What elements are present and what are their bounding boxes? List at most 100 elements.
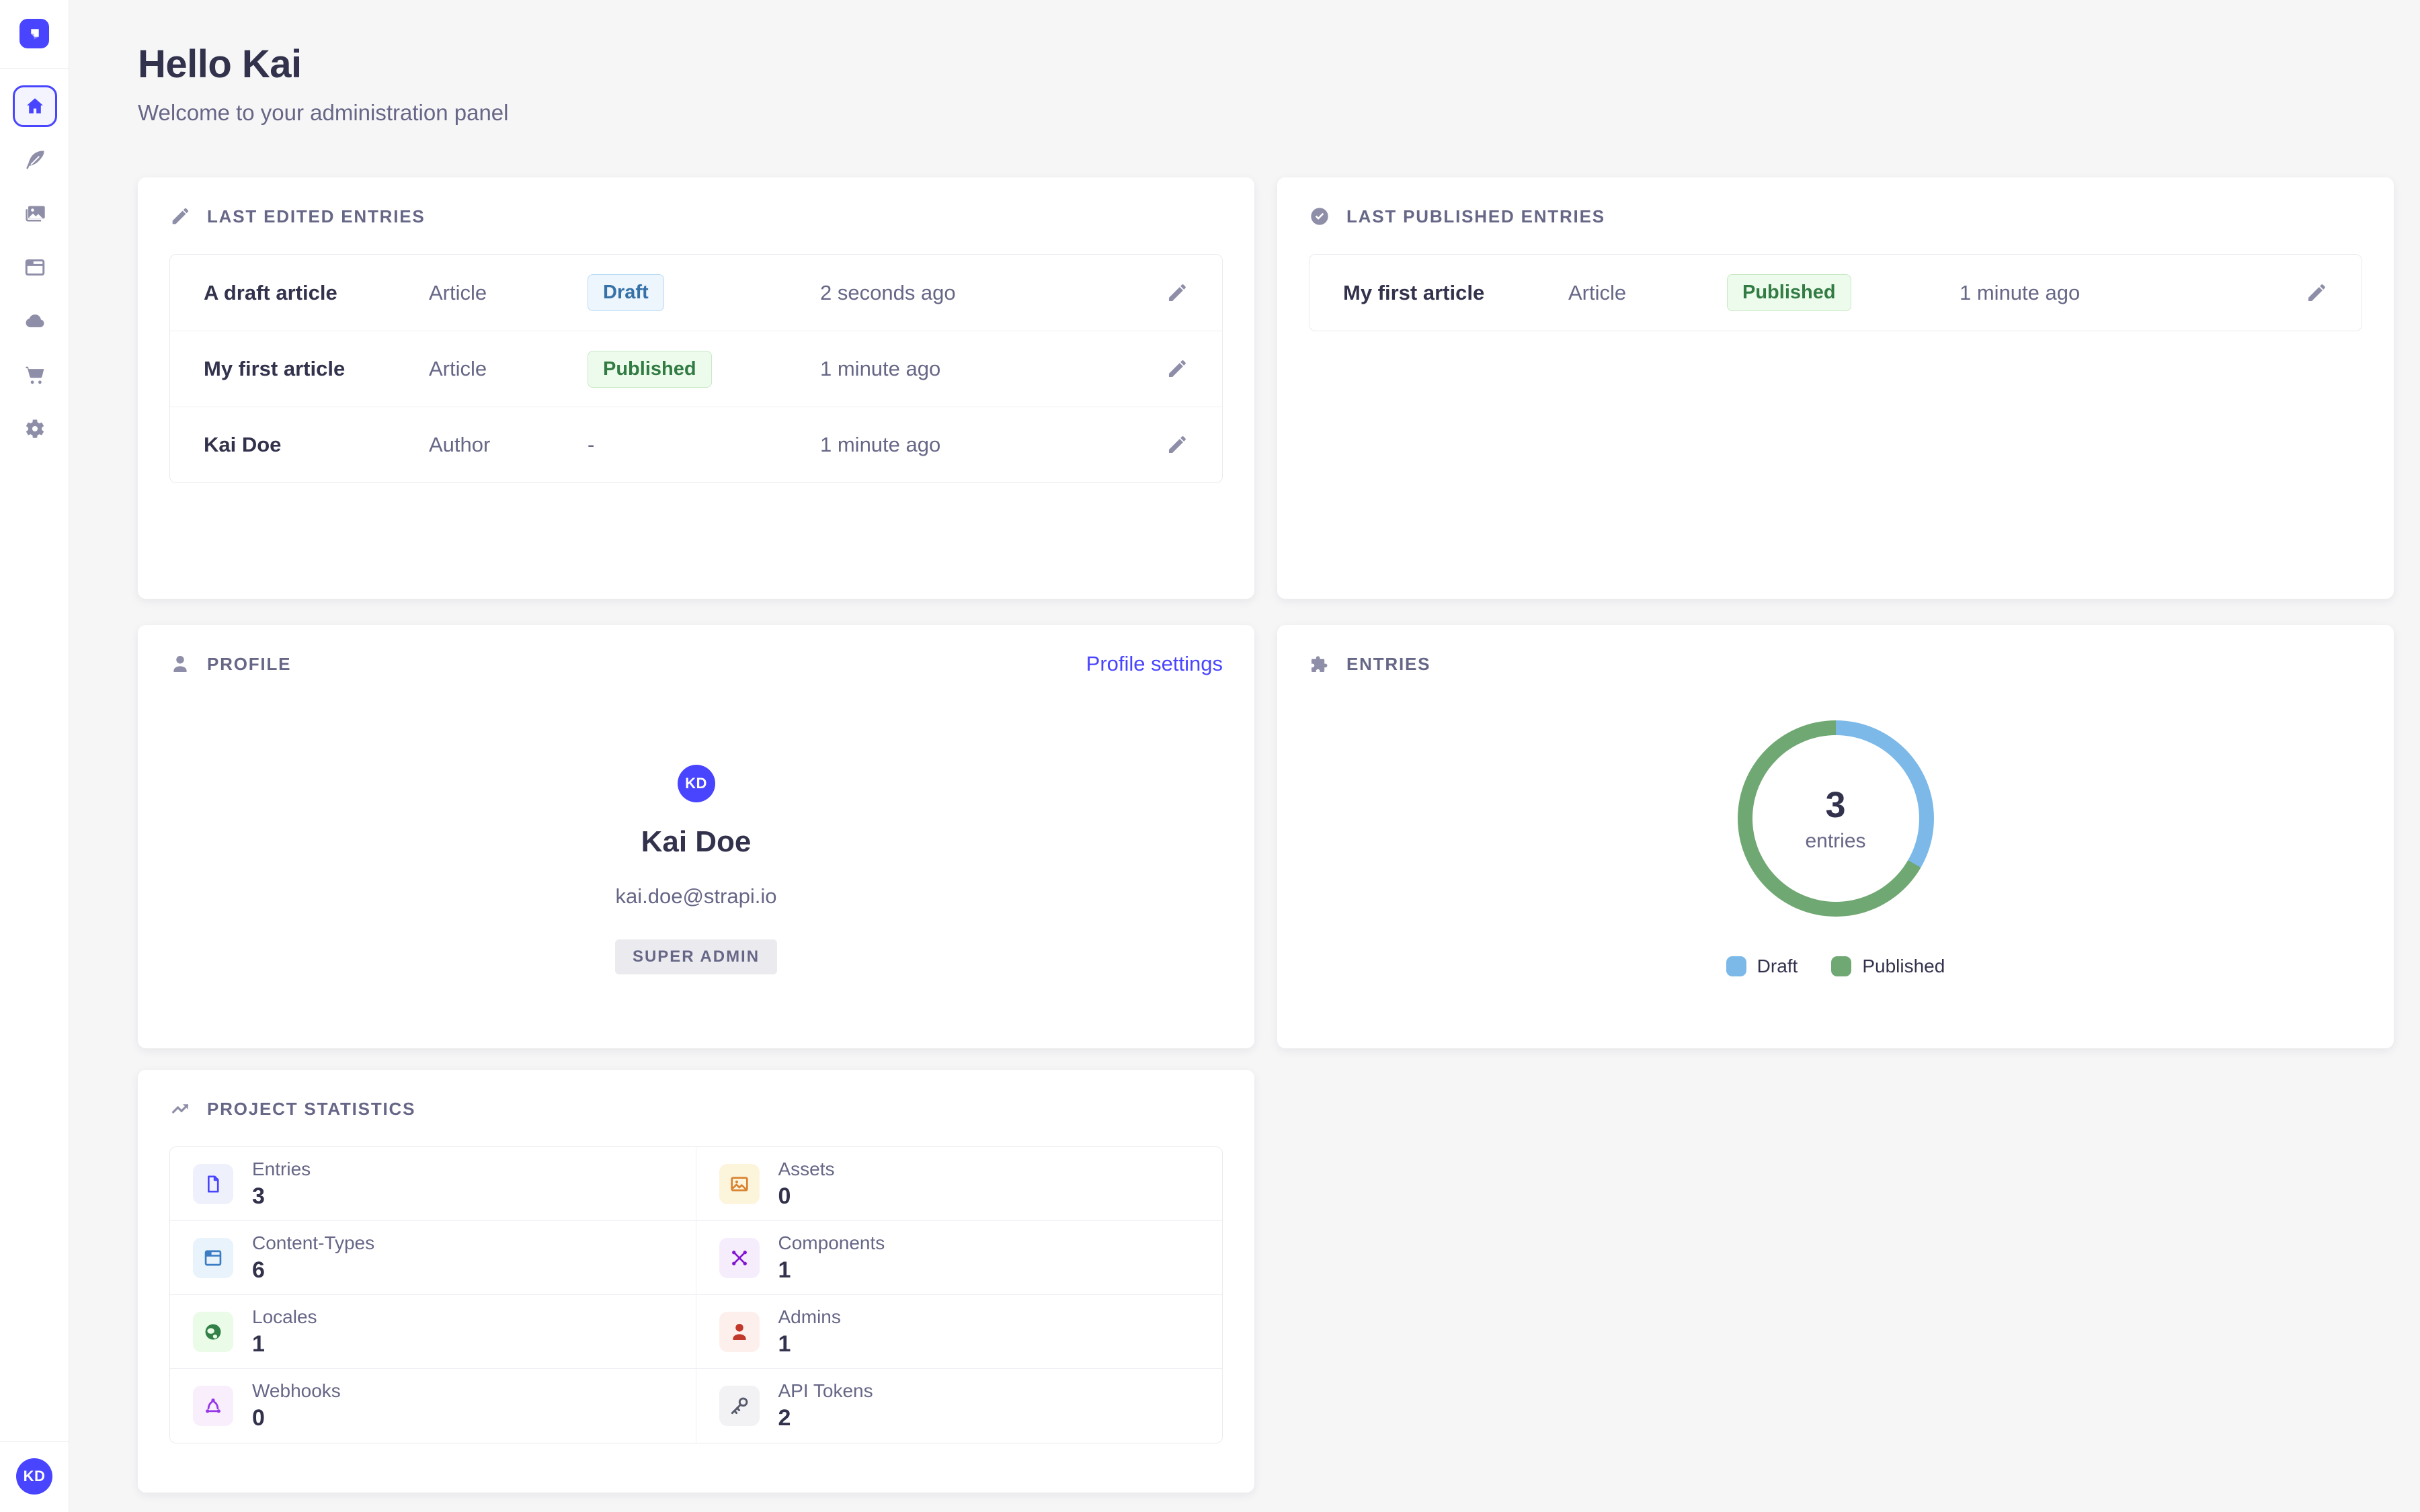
entries-count: 3 <box>1825 784 1845 826</box>
sidebar-item-settings[interactable] <box>0 402 69 456</box>
status-badge: Draft <box>588 274 664 311</box>
user-avatar[interactable]: KD <box>16 1458 52 1495</box>
table-row: A draft article Article Draft 2 seconds … <box>170 255 1222 331</box>
donut-ring: 3 entries <box>1738 720 1934 917</box>
card-title: PROJECT STATISTICS <box>207 1099 415 1120</box>
status-badge: Published <box>1727 274 1851 311</box>
images-icon <box>23 202 47 226</box>
page-header: Hello Kai Welcome to your administration… <box>138 42 509 126</box>
sidebar-item-media-library[interactable] <box>0 187 69 241</box>
entries-chart-card: ENTRIES 3 entries Draft Published <box>1277 625 2394 1048</box>
sidebar-divider-bottom <box>0 1441 69 1442</box>
page-subtitle: Welcome to your administration panel <box>138 100 509 126</box>
card-header: PROFILE Profile settings <box>169 649 1223 679</box>
profile-card: PROFILE Profile settings KD Kai Doe kai.… <box>138 625 1254 1048</box>
entries-table: A draft article Article Draft 2 seconds … <box>169 254 1223 483</box>
stat-label: Entries <box>252 1159 311 1180</box>
sidebar: KD <box>0 0 69 1512</box>
stat-label: API Tokens <box>778 1380 873 1402</box>
edit-entry-button[interactable] <box>1166 358 1188 380</box>
edit-entry-button[interactable] <box>2305 282 2328 304</box>
stat-label: Content-Types <box>252 1232 374 1254</box>
strapi-logo[interactable] <box>19 19 49 48</box>
cart-icon <box>23 363 47 387</box>
stat-value: 1 <box>778 1257 885 1284</box>
entry-time: 1 minute ago <box>1960 281 2241 305</box>
entry-time: 1 minute ago <box>820 433 1101 457</box>
webhook-icon <box>193 1386 233 1426</box>
key-icon <box>719 1386 760 1426</box>
entry-name: A draft article <box>204 281 429 305</box>
sidebar-nav <box>0 69 69 456</box>
profile-email: kai.doe@strapi.io <box>616 884 777 909</box>
entry-status: Draft <box>588 274 820 311</box>
stat-value: 1 <box>778 1331 841 1357</box>
stat-value: 2 <box>778 1405 873 1431</box>
edit-entry-button[interactable] <box>1166 433 1188 456</box>
sidebar-item-content-type-builder[interactable] <box>0 241 69 294</box>
card-title: ENTRIES <box>1346 654 1430 675</box>
entries-donut-chart: 3 entries Draft Published <box>1309 679 2362 977</box>
status-badge: Published <box>588 351 712 388</box>
trend-icon <box>169 1098 191 1120</box>
person-icon <box>169 653 191 675</box>
profile-settings-link[interactable]: Profile settings <box>1086 652 1223 676</box>
sidebar-item-marketplace[interactable] <box>0 348 69 402</box>
sidebar-bottom: KD <box>0 1441 69 1512</box>
stat-value: 3 <box>252 1183 311 1210</box>
pencil-icon <box>1166 282 1188 304</box>
entry-name: My first article <box>1343 281 1568 305</box>
profile-name: Kai Doe <box>641 825 752 859</box>
layout-icon <box>23 255 47 280</box>
puzzle-icon <box>1309 653 1330 675</box>
entries-count-label: entries <box>1805 830 1865 853</box>
pencil-icon <box>1166 433 1188 456</box>
legend-item-draft: Draft <box>1726 956 1798 977</box>
sidebar-item-content-manager[interactable] <box>0 133 69 187</box>
legend-label: Draft <box>1757 956 1798 977</box>
published-swatch <box>1831 956 1851 976</box>
home-icon <box>13 85 57 127</box>
entry-status: Published <box>588 351 820 388</box>
pencil-icon <box>2305 282 2328 304</box>
table-row: Kai Doe Author - 1 minute ago <box>170 407 1222 482</box>
draft-swatch <box>1726 956 1746 976</box>
legend-item-published: Published <box>1831 956 1945 977</box>
card-header: ENTRIES <box>1309 649 2362 679</box>
gear-icon <box>23 417 47 441</box>
stat-value: 0 <box>252 1405 341 1431</box>
entry-type: Article <box>429 281 588 305</box>
entry-name: My first article <box>204 357 429 381</box>
stat-label: Components <box>778 1232 885 1254</box>
stat-label: Locales <box>252 1306 317 1328</box>
card-title: LAST PUBLISHED ENTRIES <box>1346 206 1605 227</box>
entry-type: Author <box>429 433 588 457</box>
avatar: KD <box>678 765 715 802</box>
cloud-icon <box>23 309 47 333</box>
strapi-logo-icon <box>26 25 43 42</box>
stat-assets: Assets 0 <box>696 1147 1223 1221</box>
stat-label: Admins <box>778 1306 841 1328</box>
feather-icon <box>23 148 47 172</box>
sidebar-item-home[interactable] <box>0 79 69 133</box>
project-statistics-card: PROJECT STATISTICS Entries 3 Assets 0 <box>138 1070 1254 1493</box>
sidebar-item-deploy[interactable] <box>0 294 69 348</box>
entry-name: Kai Doe <box>204 433 429 457</box>
card-header: LAST EDITED ENTRIES <box>169 202 1223 231</box>
edit-entry-button[interactable] <box>1166 282 1188 304</box>
stat-admins: Admins 1 <box>696 1295 1223 1369</box>
stat-locales: Locales 1 <box>170 1295 696 1369</box>
stat-value: 0 <box>778 1183 835 1210</box>
component-icon <box>719 1238 760 1278</box>
table-row: My first article Article Published 1 min… <box>170 331 1222 407</box>
stat-label: Webhooks <box>252 1380 341 1402</box>
picture-icon <box>719 1164 760 1204</box>
table-row: My first article Article Published 1 min… <box>1309 255 2362 331</box>
entry-status: - <box>588 433 820 457</box>
donut-center-label: 3 entries <box>1738 720 1934 917</box>
stat-value: 1 <box>252 1331 317 1357</box>
globe-icon <box>193 1312 233 1352</box>
card-header: PROJECT STATISTICS <box>169 1094 1223 1124</box>
role-badge: SUPER ADMIN <box>615 939 777 974</box>
entry-status: Published <box>1727 274 1960 311</box>
